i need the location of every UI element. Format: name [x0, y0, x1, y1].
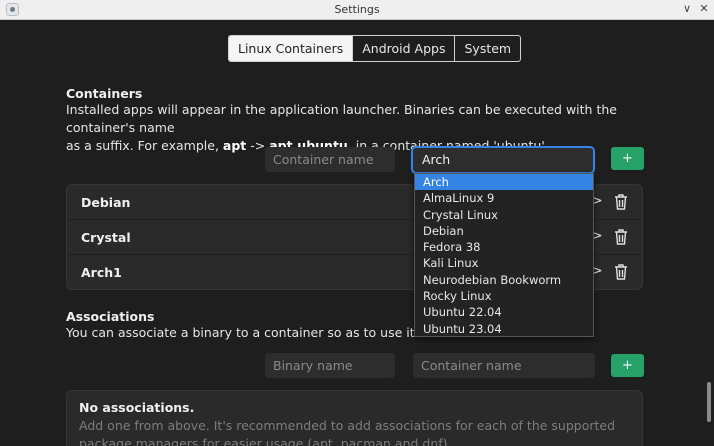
example-binary: apt	[222, 138, 247, 153]
association-container-input[interactable]: Container name	[413, 353, 595, 378]
dropdown-option[interactable]: Ubuntu 23.04	[415, 321, 593, 337]
minimize-button[interactable]: ∨	[680, 2, 694, 16]
container-name: Arch1	[81, 265, 122, 280]
window-title: Settings	[334, 3, 380, 16]
container-name: Debian	[81, 195, 131, 210]
scrollbar[interactable]	[707, 382, 711, 422]
distro-select[interactable]: Arch	[411, 146, 595, 174]
dropdown-option[interactable]: Arch	[415, 174, 593, 191]
container-name-input[interactable]: Container name	[265, 147, 395, 172]
close-button[interactable]: ✕	[697, 2, 711, 16]
containers-desc-line1: Installed apps will appear in the applic…	[66, 102, 617, 135]
tab-bar: Linux Containers Android Apps System	[228, 35, 522, 62]
containers-title: Containers	[66, 86, 143, 101]
container-name: Crystal	[81, 230, 131, 245]
associations-empty-state: No associations. Add one from above. It'…	[66, 390, 643, 446]
add-association-button[interactable]: +	[611, 354, 644, 377]
trash-icon[interactable]	[614, 229, 628, 245]
distro-dropdown: Arch AlmaLinux 9 Crystal Linux Debian Fe…	[414, 173, 594, 337]
dropdown-option[interactable]: Kali Linux	[415, 255, 593, 271]
dropdown-option[interactable]: Rocky Linux	[415, 288, 593, 304]
add-container-button[interactable]: +	[611, 147, 644, 170]
trash-icon[interactable]	[614, 264, 628, 280]
tab-system[interactable]: System	[454, 36, 520, 61]
dropdown-option[interactable]: AlmaLinux 9	[415, 190, 593, 206]
empty-state-body: Add one from above. It's recommended to …	[79, 418, 616, 446]
associations-title: Associations	[66, 309, 155, 324]
desc-prefix: as a suffix. For example,	[66, 138, 223, 153]
tab-android-apps[interactable]: Android Apps	[352, 36, 454, 61]
binary-name-input[interactable]: Binary name	[265, 353, 395, 378]
dropdown-option[interactable]: Neurodebian Bookworm	[415, 272, 593, 288]
dropdown-option[interactable]: Fedora 38	[415, 239, 593, 255]
trash-icon[interactable]	[614, 194, 628, 210]
tab-linux-containers[interactable]: Linux Containers	[229, 36, 353, 61]
empty-state-title: No associations.	[79, 400, 195, 415]
dropdown-option[interactable]: Crystal Linux	[415, 207, 593, 223]
dropdown-option[interactable]: Ubuntu 22.04	[415, 304, 593, 320]
dropdown-option[interactable]: Debian	[415, 223, 593, 239]
window-titlebar: Settings ∨ ✕	[0, 0, 714, 20]
